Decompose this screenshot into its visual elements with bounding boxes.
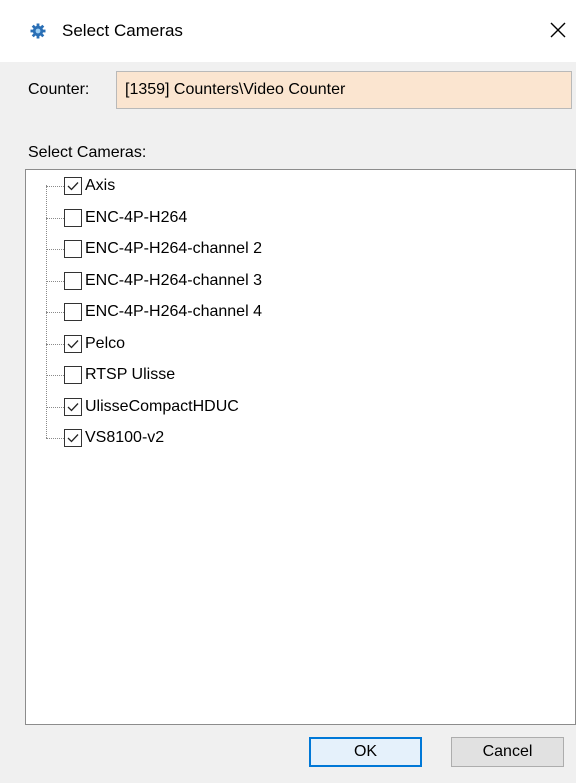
counter-value: [1359] Counters\Video Counter: [125, 81, 346, 98]
close-button[interactable]: [546, 18, 570, 42]
gear-icon: [30, 23, 46, 39]
tree-item-label: Pelco: [85, 335, 126, 352]
checkbox-vs8100-v2[interactable]: [64, 429, 82, 447]
checkmark-icon: [67, 182, 79, 191]
title-bar: Select Cameras: [0, 0, 576, 62]
tree-item-label: VS8100-v2: [85, 429, 165, 446]
tree-connector: [46, 186, 64, 187]
checkmark-icon: [67, 403, 79, 412]
counter-field[interactable]: [1359] Counters\Video Counter: [116, 71, 572, 109]
tree-connector: [46, 249, 64, 250]
tree-connector: [46, 407, 64, 408]
checkbox-rtsp-ulisse[interactable]: [64, 366, 82, 384]
checkbox-enc-4p-h264-channel-4[interactable]: [64, 303, 82, 321]
tree-item-label: ENC-4P-H264-channel 4: [85, 303, 262, 320]
tree-connector: [46, 281, 64, 282]
tree-connector: [46, 218, 64, 219]
tree-connector: [46, 375, 64, 376]
tree-connector: [46, 312, 64, 313]
checkbox-pelco[interactable]: [64, 335, 82, 353]
tree-item-label: ENC-4P-H264: [85, 209, 188, 226]
checkbox-enc-4p-h264[interactable]: [64, 209, 82, 227]
select-cameras-dialog: Select Cameras Counter: [1359] Counters\…: [0, 0, 576, 783]
checkbox-enc-4p-h264-channel-3[interactable]: [64, 272, 82, 290]
checkmark-icon: [67, 434, 79, 443]
select-cameras-label: Select Cameras:: [28, 144, 147, 161]
tree-item-label: Axis: [85, 177, 116, 194]
cancel-button[interactable]: Cancel: [451, 737, 564, 767]
camera-tree[interactable]: Axis ENC-4P-H264 ENC-4P-H264-channel 2 E…: [25, 169, 576, 725]
tree-item-label: RTSP Ulisse: [85, 366, 176, 383]
checkbox-enc-4p-h264-channel-2[interactable]: [64, 240, 82, 258]
tree-connector: [46, 344, 64, 345]
counter-label: Counter:: [28, 81, 90, 98]
checkmark-icon: [67, 340, 79, 349]
window-title: Select Cameras: [62, 21, 183, 40]
checkbox-ulissecompacthduc[interactable]: [64, 398, 82, 416]
ok-button[interactable]: OK: [309, 737, 422, 767]
tree-item-label: UlisseCompactHDUC: [85, 398, 239, 415]
close-icon: [550, 22, 566, 38]
tree-item-label: ENC-4P-H264-channel 3: [85, 272, 262, 289]
checkbox-axis[interactable]: [64, 177, 82, 195]
tree-connector: [46, 438, 64, 439]
tree-item-label: ENC-4P-H264-channel 2: [85, 240, 262, 257]
